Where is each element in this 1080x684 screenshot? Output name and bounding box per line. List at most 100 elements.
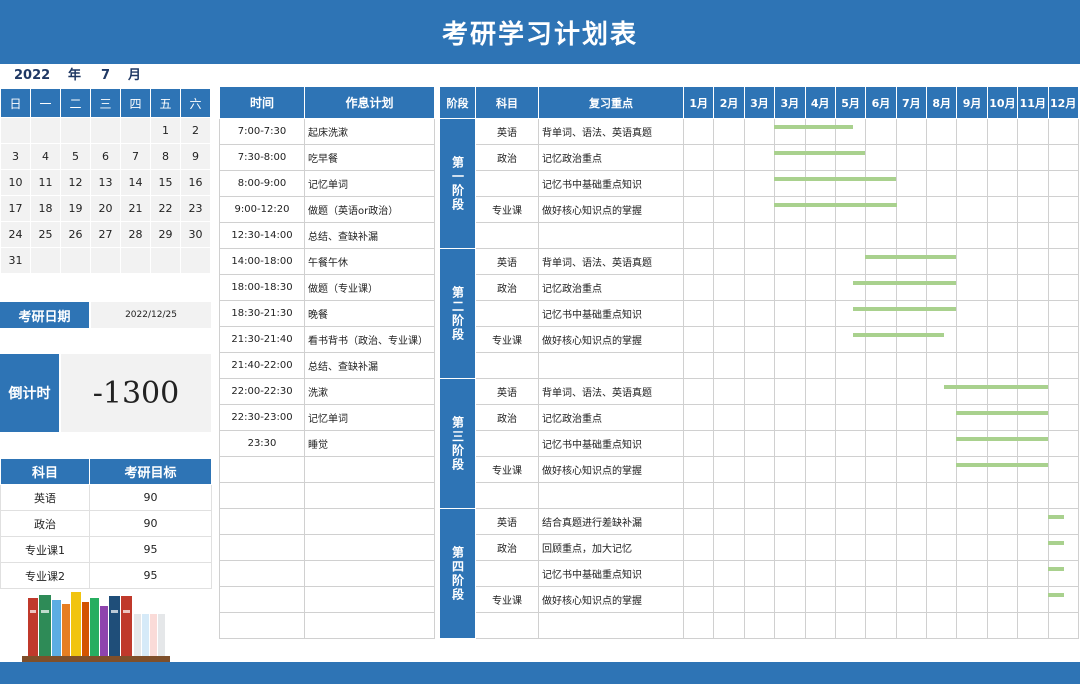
schedule-activity[interactable]: 做题（英语or政治）: [304, 196, 435, 223]
schedule-time[interactable]: 21:30-21:40: [219, 326, 305, 353]
plan-subject[interactable]: 专业课: [475, 456, 539, 483]
plan-focus[interactable]: 记忆政治重点: [538, 404, 684, 431]
schedule-time[interactable]: [219, 560, 305, 587]
plan-focus[interactable]: 记忆政治重点: [538, 144, 684, 171]
plan-subject[interactable]: [475, 170, 539, 197]
calendar-day[interactable]: 18: [30, 195, 61, 222]
schedule-activity[interactable]: 洗漱: [304, 378, 435, 405]
plan-subject[interactable]: [475, 222, 539, 249]
schedule-activity[interactable]: [304, 612, 435, 639]
plan-subject[interactable]: 政治: [475, 534, 539, 561]
schedule-activity[interactable]: 晚餐: [304, 300, 435, 327]
schedule-activity[interactable]: 吃早餐: [304, 144, 435, 171]
schedule-time[interactable]: 12:30-14:00: [219, 222, 305, 249]
calendar-day[interactable]: 15: [150, 169, 181, 196]
plan-focus[interactable]: 做好核心知识点的掌握: [538, 586, 684, 613]
calendar-day[interactable]: [150, 247, 181, 274]
schedule-activity[interactable]: 做题（专业课）: [304, 274, 435, 301]
calendar-day[interactable]: 10: [0, 169, 31, 196]
plan-subject[interactable]: [475, 300, 539, 327]
plan-subject[interactable]: 政治: [475, 404, 539, 431]
schedule-time[interactable]: [219, 534, 305, 561]
exam-date-value[interactable]: 2022/12/25: [91, 302, 211, 328]
plan-focus[interactable]: 记忆书中基础重点知识: [538, 430, 684, 457]
calendar-day[interactable]: [90, 247, 121, 274]
plan-subject[interactable]: 专业课: [475, 326, 539, 353]
schedule-time[interactable]: 14:00-18:00: [219, 248, 305, 275]
calendar-day[interactable]: 20: [90, 195, 121, 222]
calendar-day[interactable]: 13: [90, 169, 121, 196]
plan-focus[interactable]: 记忆政治重点: [538, 274, 684, 301]
plan-subject[interactable]: [475, 352, 539, 379]
calendar-day[interactable]: 8: [150, 143, 181, 170]
schedule-activity[interactable]: [304, 508, 435, 535]
plan-subject[interactable]: [475, 430, 539, 457]
calendar-day[interactable]: [60, 117, 91, 144]
calendar-day[interactable]: [90, 117, 121, 144]
schedule-activity[interactable]: [304, 456, 435, 483]
calendar-day[interactable]: 5: [60, 143, 91, 170]
schedule-time[interactable]: [219, 482, 305, 509]
calendar-day[interactable]: 30: [180, 221, 211, 248]
schedule-time[interactable]: [219, 456, 305, 483]
schedule-activity[interactable]: 总结、查缺补漏: [304, 222, 435, 249]
calendar-day[interactable]: 25: [30, 221, 61, 248]
calendar-day[interactable]: [30, 117, 61, 144]
calendar-day[interactable]: [120, 247, 151, 274]
plan-subject[interactable]: 英语: [475, 378, 539, 405]
calendar-day[interactable]: 1: [150, 117, 181, 144]
schedule-time[interactable]: [219, 586, 305, 613]
calendar-day[interactable]: [120, 117, 151, 144]
goal-score[interactable]: 90: [89, 484, 212, 511]
plan-subject[interactable]: 政治: [475, 144, 539, 171]
schedule-time[interactable]: 23:30: [219, 430, 305, 457]
schedule-time[interactable]: 22:30-23:00: [219, 404, 305, 431]
calendar-day[interactable]: [0, 117, 31, 144]
calendar-day[interactable]: 2: [180, 117, 211, 144]
goal-subject[interactable]: 英语: [0, 484, 90, 511]
plan-subject[interactable]: 英语: [475, 248, 539, 275]
goal-score[interactable]: 95: [89, 536, 212, 563]
calendar-day[interactable]: 3: [0, 143, 31, 170]
calendar-day[interactable]: 22: [150, 195, 181, 222]
calendar-day[interactable]: 7: [120, 143, 151, 170]
calendar-day[interactable]: 19: [60, 195, 91, 222]
schedule-activity[interactable]: [304, 534, 435, 561]
calendar-day[interactable]: 14: [120, 169, 151, 196]
schedule-time[interactable]: [219, 612, 305, 639]
schedule-activity[interactable]: [304, 560, 435, 587]
goal-score[interactable]: 90: [89, 510, 212, 537]
plan-focus[interactable]: [538, 352, 684, 379]
calendar-day[interactable]: 24: [0, 221, 31, 248]
schedule-time[interactable]: 7:00-7:30: [219, 118, 305, 145]
schedule-activity[interactable]: 记忆单词: [304, 170, 435, 197]
plan-focus[interactable]: 回顾重点，加大记忆: [538, 534, 684, 561]
schedule-time[interactable]: 18:00-18:30: [219, 274, 305, 301]
plan-subject[interactable]: 政治: [475, 274, 539, 301]
calendar-day[interactable]: 29: [150, 221, 181, 248]
schedule-activity[interactable]: 睡觉: [304, 430, 435, 457]
schedule-activity[interactable]: 记忆单词: [304, 404, 435, 431]
calendar-day[interactable]: 16: [180, 169, 211, 196]
calendar-day[interactable]: 28: [120, 221, 151, 248]
plan-subject[interactable]: 英语: [475, 508, 539, 535]
plan-subject[interactable]: 专业课: [475, 586, 539, 613]
plan-focus[interactable]: 记忆书中基础重点知识: [538, 560, 684, 587]
plan-subject[interactable]: 专业课: [475, 196, 539, 223]
goal-subject[interactable]: 专业课1: [0, 536, 90, 563]
calendar-day[interactable]: 11: [30, 169, 61, 196]
schedule-activity[interactable]: 午餐午休: [304, 248, 435, 275]
calendar-day[interactable]: 4: [30, 143, 61, 170]
plan-focus[interactable]: 记忆书中基础重点知识: [538, 300, 684, 327]
schedule-time[interactable]: 7:30-8:00: [219, 144, 305, 171]
goal-subject[interactable]: 政治: [0, 510, 90, 537]
goal-subject[interactable]: 专业课2: [0, 562, 90, 589]
calendar-day[interactable]: 9: [180, 143, 211, 170]
schedule-activity[interactable]: [304, 482, 435, 509]
plan-focus[interactable]: [538, 222, 684, 249]
schedule-time[interactable]: 18:30-21:30: [219, 300, 305, 327]
plan-focus[interactable]: [538, 482, 684, 509]
plan-focus[interactable]: [538, 612, 684, 639]
schedule-activity[interactable]: [304, 586, 435, 613]
calendar-day[interactable]: 23: [180, 195, 211, 222]
